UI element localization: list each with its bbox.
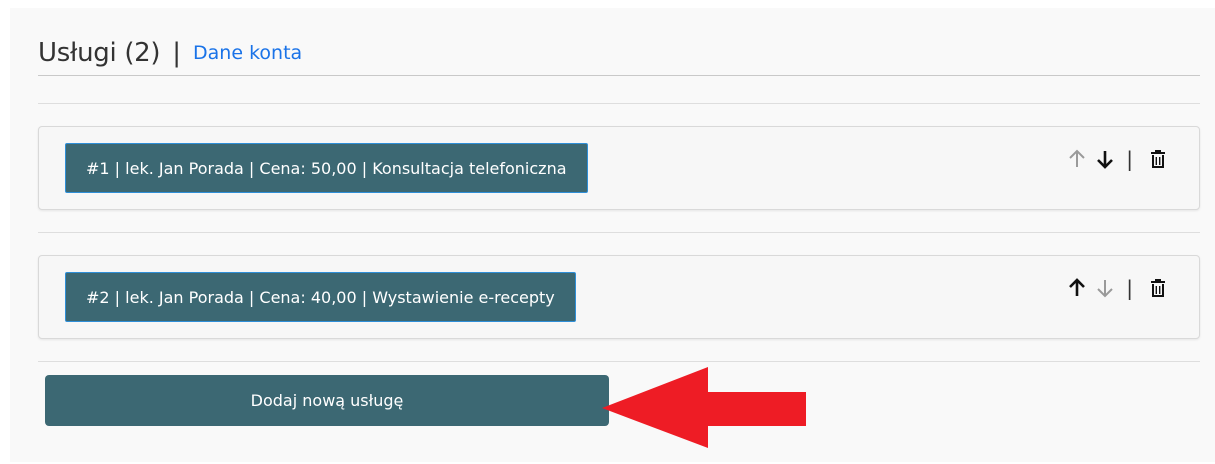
arrow-up-icon[interactable] (1066, 278, 1088, 298)
divider (38, 232, 1200, 233)
service-controls: | (1066, 143, 1169, 175)
service-controls: | (1066, 272, 1169, 304)
add-service-button[interactable]: Dodaj nową usługę (45, 375, 609, 426)
controls-separator: | (1126, 276, 1133, 300)
service-item-button[interactable]: #1 | lek. Jan Porada | Cena: 50,00 | Kon… (65, 143, 588, 193)
service-card-2: #2 | lek. Jan Porada | Cena: 40,00 | Wys… (38, 255, 1200, 339)
account-data-link[interactable]: Dane konta (193, 42, 302, 64)
divider (38, 103, 1200, 104)
trash-icon[interactable] (1147, 278, 1169, 298)
divider (38, 361, 1200, 362)
service-card-1: #1 | lek. Jan Porada | Cena: 50,00 | Kon… (38, 126, 1200, 210)
arrow-up-icon[interactable] (1066, 149, 1088, 169)
arrow-down-icon[interactable] (1094, 278, 1116, 298)
trash-icon[interactable] (1147, 149, 1169, 169)
arrow-down-icon[interactable] (1094, 149, 1116, 169)
page-header: Usługi (2) | Dane konta (38, 30, 1200, 76)
header-separator: | (172, 37, 182, 68)
annotation-arrow-icon (602, 367, 806, 448)
service-item-button[interactable]: #2 | lek. Jan Porada | Cena: 40,00 | Wys… (65, 272, 576, 322)
page-title: Usługi (2) (38, 37, 161, 68)
controls-separator: | (1126, 147, 1133, 171)
